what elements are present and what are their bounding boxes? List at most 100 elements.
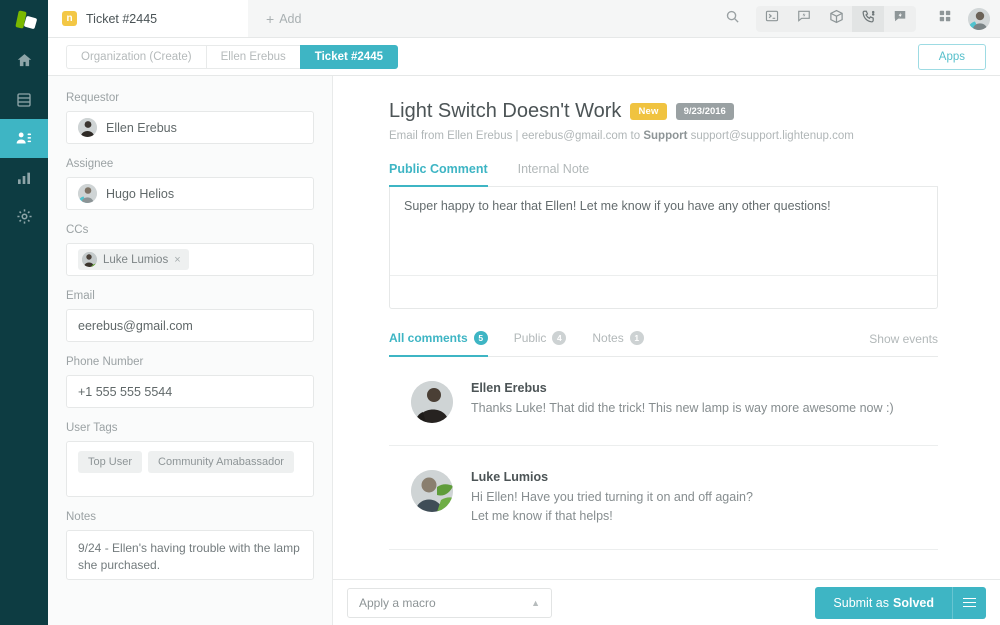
assignee-label: Assignee (66, 158, 314, 170)
chart-icon (16, 170, 32, 186)
tab-notes[interactable]: Notes 1 (592, 331, 643, 357)
breadcrumb: Organization (Create) Ellen Erebus Ticke… (66, 45, 398, 69)
phone-value: +1 555 555 5544 (78, 385, 172, 399)
box-icon (829, 9, 844, 29)
chevron-up-icon: ▲ (531, 598, 540, 608)
sidebar-item-reports[interactable] (0, 158, 48, 197)
comment-filter-tabs: All comments 5 Public 4 Notes 1 Show eve (389, 331, 938, 357)
comment-editor[interactable]: Super happy to hear that Ellen! Let me k… (389, 187, 938, 309)
list-item: Luke Lumios Hi Ellen! Have you tried tur… (389, 446, 938, 550)
list-item: Ellen Erebus Thanks Luke! That did the t… (389, 357, 938, 446)
package-button[interactable] (820, 6, 852, 32)
user-tags-label: User Tags (66, 422, 314, 434)
tab-all-comments[interactable]: All comments 5 (389, 331, 488, 357)
avatar (411, 470, 453, 512)
tab-public-count: 4 (552, 331, 566, 345)
apply-macro-select[interactable]: Apply a macro ▲ (347, 588, 552, 618)
assignee-avatar (78, 184, 97, 203)
logo-white-shape (24, 16, 38, 30)
composer-tabs: Public Comment Internal Note (389, 162, 938, 187)
notes-label: Notes (66, 511, 314, 523)
app-root: n Ticket #2445 + Add (0, 0, 1000, 625)
submit-button[interactable]: Submit as Solved (815, 587, 952, 619)
phone-label: Phone Number (66, 356, 314, 368)
user-tags-input[interactable]: Top User Community Amabassador (66, 441, 314, 497)
ccs-label: CCs (66, 224, 314, 236)
gear-icon (16, 208, 33, 225)
notes-input[interactable]: 9/24 - Ellen's having trouble with the l… (66, 530, 314, 580)
breadcrumb-bar: Organization (Create) Ellen Erebus Ticke… (48, 38, 1000, 76)
add-tab-button[interactable]: + Add (248, 0, 319, 37)
plus-icon: + (266, 12, 274, 26)
requestor-input[interactable]: Ellen Erebus (66, 111, 314, 144)
tab-internal-note[interactable]: Internal Note (518, 162, 590, 187)
requestor-avatar (78, 118, 97, 137)
submit-options-button[interactable] (952, 587, 986, 619)
sidebar-item-settings[interactable] (0, 197, 48, 236)
email-label: Email (66, 290, 314, 302)
editor-toolbar (390, 275, 937, 308)
user-tag[interactable]: Community Amabassador (148, 451, 294, 473)
ccs-input[interactable]: Luke Lumios × (66, 243, 314, 276)
messenger-button[interactable] (884, 6, 916, 32)
submit-state: Solved (893, 596, 934, 610)
tab-public[interactable]: Public 4 (514, 331, 567, 357)
field-requestor: Requestor Ellen Erebus (66, 92, 314, 144)
phone-icon (861, 9, 876, 29)
comment-textarea[interactable]: Super happy to hear that Ellen! Let me k… (390, 187, 937, 275)
sidebar-item-users[interactable] (0, 119, 48, 158)
console-button[interactable] (756, 6, 788, 32)
page-title: Light Switch Doesn't Work (389, 100, 621, 123)
status-badge: New (630, 103, 666, 120)
apps-grid-button[interactable] (930, 9, 960, 28)
phone-button[interactable] (852, 6, 884, 32)
tab-all-comments-label: All comments (389, 331, 468, 345)
cc-chip[interactable]: Luke Lumios × (78, 249, 189, 270)
tab-ticket-2445[interactable]: n Ticket #2445 (48, 0, 248, 37)
field-user-tags: User Tags Top User Community Amabassador (66, 422, 314, 497)
sidebar-item-lists[interactable] (0, 80, 48, 119)
search-button[interactable] (717, 9, 756, 29)
breadcrumb-item-user[interactable]: Ellen Erebus (206, 45, 300, 69)
tab-public-comment[interactable]: Public Comment (389, 162, 488, 187)
lightenup-logo[interactable] (0, 0, 48, 38)
comment-text: Hi Ellen! Have you tried turning it on a… (471, 488, 753, 507)
comment-body: Ellen Erebus Thanks Luke! That did the t… (471, 381, 894, 423)
breadcrumb-item-organization[interactable]: Organization (Create) (66, 45, 206, 69)
list-icon (16, 92, 32, 108)
grid-apps-icon (938, 9, 952, 28)
sidebar-item-home[interactable] (0, 41, 48, 80)
submit-prefix: Submit as (833, 596, 889, 610)
chat-bolt-icon (797, 9, 811, 28)
cc-name: Luke Lumios (103, 254, 168, 266)
breadcrumb-item-ticket[interactable]: Ticket #2445 (300, 45, 398, 69)
tab-all-comments-count: 5 (474, 331, 488, 345)
apply-macro-label: Apply a macro (359, 596, 436, 610)
user-tag[interactable]: Top User (78, 451, 142, 473)
cc-remove-icon[interactable]: × (174, 254, 180, 266)
field-assignee: Assignee Hugo Helios (66, 158, 314, 210)
chat-bolt-button[interactable] (788, 6, 820, 32)
messenger-bolt-icon (893, 9, 907, 28)
apps-button[interactable]: Apps (918, 44, 986, 70)
comment-body: Luke Lumios Hi Ellen! Have you tried tur… (471, 470, 753, 527)
email-input[interactable]: eerebus@gmail.com (66, 309, 314, 342)
requestor-label: Requestor (66, 92, 314, 104)
user-avatar[interactable] (968, 8, 990, 30)
tab-title: Ticket #2445 (86, 12, 157, 26)
notes-value: 9/24 - Ellen's having trouble with the l… (78, 540, 302, 575)
phone-input[interactable]: +1 555 555 5544 (66, 375, 314, 408)
ticket-meta-suffix: support@support.lightenup.com (687, 130, 853, 142)
date-badge: 9/23/2016 (676, 103, 734, 120)
workspace: n Ticket #2445 + Add (48, 0, 1000, 625)
conversation-scroll: Light Switch Doesn't Work New 9/23/2016 … (333, 76, 1000, 579)
users-icon (15, 130, 33, 147)
ticket-action-bar: Apply a macro ▲ Submit as Solved (333, 579, 1000, 625)
console-icon (765, 9, 779, 28)
toolbar-icons (717, 0, 1000, 37)
comment-text: Thanks Luke! That did the trick! This ne… (471, 399, 894, 418)
assignee-input[interactable]: Hugo Helios (66, 177, 314, 210)
field-phone: Phone Number +1 555 555 5544 (66, 356, 314, 408)
assignee-value: Hugo Helios (106, 187, 174, 201)
show-events-button[interactable]: Show events (869, 332, 938, 356)
